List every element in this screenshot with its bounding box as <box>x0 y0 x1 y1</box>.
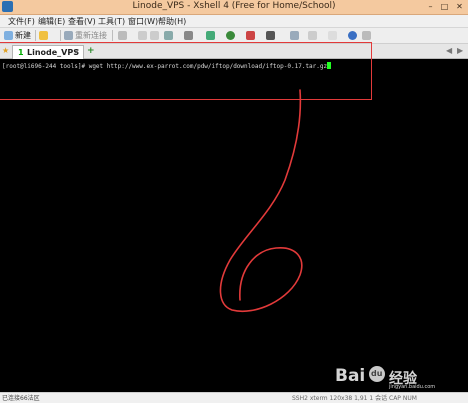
watermark-paw-text: du <box>371 369 383 378</box>
session-info: SSH2 xterm 120x38 1,91 1 会话 CAP NUM <box>292 395 417 402</box>
annotation-stroke <box>219 89 303 312</box>
status-bar: 已连接66法区 SSH2 xterm 120x38 1,91 1 会话 CAP … <box>0 392 468 403</box>
watermark-brand: Bai <box>335 366 366 386</box>
baidu-watermark: Bai du 经验 jingyan.baidu.com <box>335 364 455 390</box>
connection-status: 已连接66法区 <box>2 395 40 402</box>
watermark-url: jingyan.baidu.com <box>389 384 436 390</box>
